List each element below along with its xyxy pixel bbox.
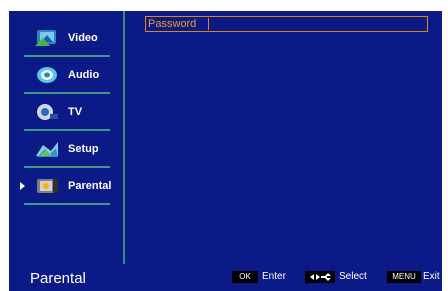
navigation-arrows-icon bbox=[305, 271, 335, 283]
menu-item-tv[interactable]: TV bbox=[18, 95, 110, 131]
menu-item-label: Setup bbox=[68, 143, 99, 155]
password-label: Password bbox=[148, 18, 197, 30]
menu-item-audio[interactable]: Audio bbox=[18, 58, 110, 94]
status-bar: Parental OK Enter Select MENU Exit bbox=[9, 264, 442, 291]
password-field-divider bbox=[208, 18, 209, 30]
ok-key: OK bbox=[232, 271, 258, 283]
menu-separator bbox=[24, 55, 110, 57]
parental-icon bbox=[37, 179, 58, 193]
menu-separator bbox=[24, 129, 110, 131]
menu-item-label: Parental bbox=[68, 180, 112, 192]
menu-item-label: TV bbox=[68, 106, 83, 118]
tv-icon bbox=[37, 104, 58, 120]
menu-separator bbox=[24, 203, 110, 205]
menu-item-parental[interactable]: Parental bbox=[18, 169, 112, 205]
menu-key: MENU bbox=[387, 271, 421, 283]
selected-arrow-icon bbox=[20, 182, 25, 190]
enter-hint: Enter bbox=[262, 271, 286, 282]
audio-icon bbox=[37, 67, 57, 83]
status-title: Parental bbox=[30, 270, 86, 287]
video-icon bbox=[35, 30, 56, 46]
settings-screen: Video Audio TV Setup Parental Password P… bbox=[0, 0, 448, 291]
vertical-divider bbox=[123, 11, 125, 264]
select-hint: Select bbox=[339, 271, 367, 282]
menu-item-label: Audio bbox=[68, 69, 100, 81]
menu-item-video[interactable]: Video bbox=[18, 21, 110, 57]
menu-separator bbox=[24, 166, 110, 168]
password-field[interactable]: Password bbox=[145, 16, 428, 32]
setup-icon bbox=[36, 142, 58, 157]
exit-hint: Exit bbox=[423, 271, 440, 282]
menu-separator bbox=[24, 92, 110, 94]
menu-item-setup[interactable]: Setup bbox=[18, 132, 110, 168]
menu-item-label: Video bbox=[68, 32, 98, 44]
